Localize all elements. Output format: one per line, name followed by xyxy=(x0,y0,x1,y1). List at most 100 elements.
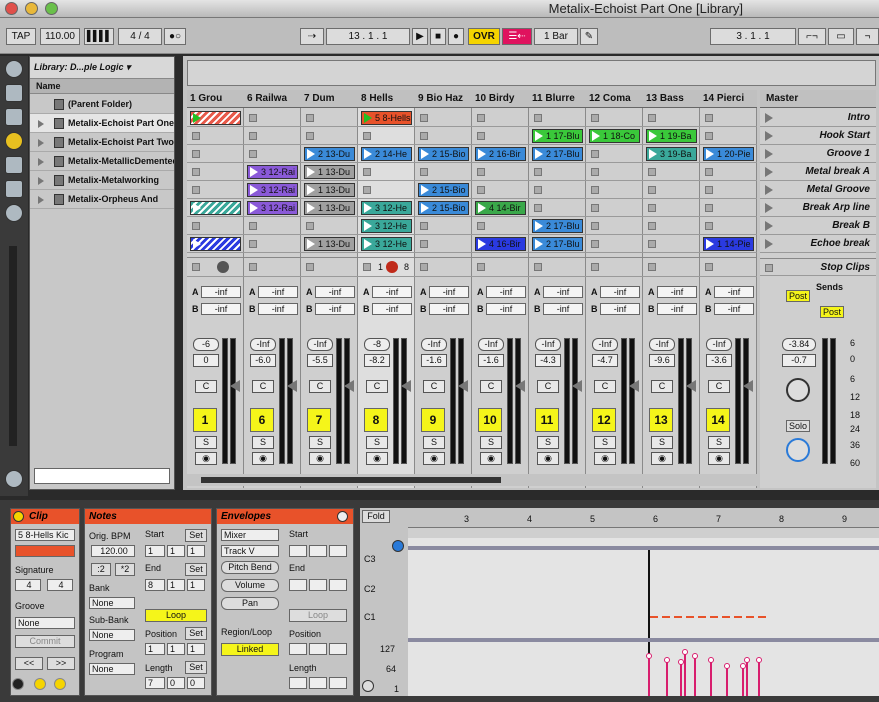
crossfade-assign-button[interactable]: C xyxy=(708,380,730,393)
send-a-field[interactable]: -inf xyxy=(486,286,526,298)
end-bar-field[interactable]: 8 xyxy=(145,579,165,591)
double-tempo-button[interactable]: *2 xyxy=(115,563,135,576)
length-beat-field[interactable]: 0 xyxy=(167,677,185,689)
expand-triangle-icon[interactable] xyxy=(38,177,44,185)
clip-slot[interactable]: 1 18-Co xyxy=(586,127,643,145)
clip-launch-icon[interactable] xyxy=(478,149,486,159)
track-activator-button[interactable]: 1 xyxy=(193,408,217,432)
clip-stop-icon[interactable] xyxy=(420,222,428,230)
send-a-field[interactable]: -inf xyxy=(315,286,355,298)
clip-slot[interactable] xyxy=(415,127,472,145)
midi-note[interactable] xyxy=(746,616,754,618)
scene-launch[interactable]: Metal Groove xyxy=(760,181,876,199)
library-item[interactable]: Metalix-Orpheus And xyxy=(30,190,174,209)
send-b-field[interactable]: -inf xyxy=(372,303,412,315)
start-beat-field[interactable]: 1 xyxy=(167,545,185,557)
midi-note[interactable] xyxy=(674,616,682,618)
clip-stop-icon[interactable] xyxy=(363,168,371,176)
post-a-button[interactable]: Post xyxy=(786,290,810,302)
clip-slot[interactable] xyxy=(529,199,586,217)
clip[interactable]: 1 13-Du xyxy=(304,201,355,215)
clip-launch-icon[interactable] xyxy=(421,203,429,213)
session-overview[interactable] xyxy=(187,60,876,86)
clip-slot[interactable] xyxy=(187,145,244,163)
clip[interactable]: 2 17-Blu xyxy=(532,147,583,161)
scene-play-icon[interactable] xyxy=(765,149,773,159)
nudge-back-button[interactable]: << xyxy=(15,657,43,670)
track-activator-button[interactable]: 13 xyxy=(649,408,673,432)
volume-fader[interactable] xyxy=(401,380,411,392)
crossfade-assign-button[interactable]: C xyxy=(366,380,388,393)
scene-play-icon[interactable] xyxy=(765,239,773,249)
clip-launch-icon[interactable] xyxy=(193,203,201,213)
solo-button[interactable]: S xyxy=(423,436,445,449)
clip-stop-icon[interactable] xyxy=(477,222,485,230)
clip-slot[interactable]: 2 17-Blu xyxy=(529,235,586,253)
solo-button[interactable]: S xyxy=(252,436,274,449)
clip-slot[interactable] xyxy=(700,217,757,235)
expand-triangle-icon[interactable] xyxy=(38,139,44,147)
solo-button[interactable]: S xyxy=(309,436,331,449)
clip-slot[interactable] xyxy=(586,235,643,253)
track-pan-field[interactable]: -5.5 xyxy=(307,354,333,367)
clip-slot[interactable] xyxy=(187,181,244,199)
crossfade-assign-button[interactable]: C xyxy=(594,380,616,393)
clip[interactable]: 2 17-Blu xyxy=(532,219,583,233)
envelopes-expand-icon[interactable] xyxy=(337,511,348,522)
scene-play-icon[interactable] xyxy=(765,185,773,195)
envelopes-box-icon[interactable] xyxy=(54,678,66,690)
clip-slot[interactable]: 1 13-Du xyxy=(301,235,358,253)
fold-button[interactable]: Fold xyxy=(362,510,390,523)
env-end-sixteenth-field[interactable] xyxy=(329,579,347,591)
track-pan-field[interactable]: -6.0 xyxy=(250,354,276,367)
volume-fader[interactable] xyxy=(743,380,753,392)
velocity-marker[interactable] xyxy=(708,657,714,696)
midi-note[interactable] xyxy=(650,616,658,618)
clip-stop-icon[interactable] xyxy=(249,150,257,158)
plugin-browser-icon[interactable] xyxy=(5,108,23,126)
library-item[interactable]: Metalix-Echoist Part One xyxy=(30,114,174,133)
clip-stop-icon[interactable] xyxy=(477,168,485,176)
clip-slot[interactable] xyxy=(700,163,757,181)
velocity-handle-icon[interactable] xyxy=(724,663,730,669)
clip[interactable]: 4 14-Bir xyxy=(475,201,526,215)
clip-slot[interactable] xyxy=(472,163,529,181)
send-b-field[interactable]: -inf xyxy=(657,303,697,315)
library-browser-icon[interactable] xyxy=(5,132,23,150)
clip-slot[interactable]: 1 17-Blu xyxy=(529,127,586,145)
clip-launch-icon[interactable] xyxy=(364,221,372,231)
clip-slot[interactable]: 4 16-Bir xyxy=(472,235,529,253)
browser-toggle-icon[interactable] xyxy=(5,60,23,78)
scene-launch[interactable]: Break Arp line xyxy=(760,199,876,217)
track-volume-field[interactable]: -Inf xyxy=(535,338,561,351)
clip-activator-icon[interactable] xyxy=(13,511,24,522)
signature-denominator[interactable]: 4 xyxy=(47,579,73,591)
midi-note[interactable] xyxy=(686,616,694,618)
scene-launch[interactable]: Intro xyxy=(760,109,876,127)
master-track-header[interactable]: Master xyxy=(760,90,876,108)
clip-slot[interactable] xyxy=(586,181,643,199)
clip-slot[interactable]: 2 13-Du xyxy=(301,145,358,163)
midi-note[interactable] xyxy=(662,616,670,618)
clip-slot[interactable] xyxy=(244,127,301,145)
clip-launch-icon[interactable] xyxy=(535,239,543,249)
device-chooser-menu[interactable]: Mixer xyxy=(221,529,279,541)
crossfade-assign-button[interactable]: C xyxy=(537,380,559,393)
clip-color-menu[interactable] xyxy=(15,545,75,557)
track-pan-field[interactable]: -4.7 xyxy=(592,354,618,367)
velocity-marker[interactable] xyxy=(744,657,750,696)
velocity-marker[interactable] xyxy=(664,657,670,696)
solo-button[interactable]: S xyxy=(366,436,388,449)
clip-launch-icon[interactable] xyxy=(250,185,258,195)
clip-stop-icon[interactable] xyxy=(306,132,314,140)
clip-stop-icon[interactable] xyxy=(420,114,428,122)
clip-launch-icon[interactable] xyxy=(421,185,429,195)
arm-button[interactable]: ◉ xyxy=(537,452,559,465)
track-header[interactable]: 12 Coma xyxy=(586,90,643,108)
preview-knob[interactable] xyxy=(786,438,810,462)
track-header[interactable]: 7 Dum xyxy=(301,90,358,108)
song-position-field[interactable]: 13 . 1 . 1 xyxy=(326,28,410,45)
velocity-marker[interactable] xyxy=(692,653,698,696)
clip[interactable] xyxy=(190,237,241,251)
scene-launch[interactable]: Hook Start xyxy=(760,127,876,145)
